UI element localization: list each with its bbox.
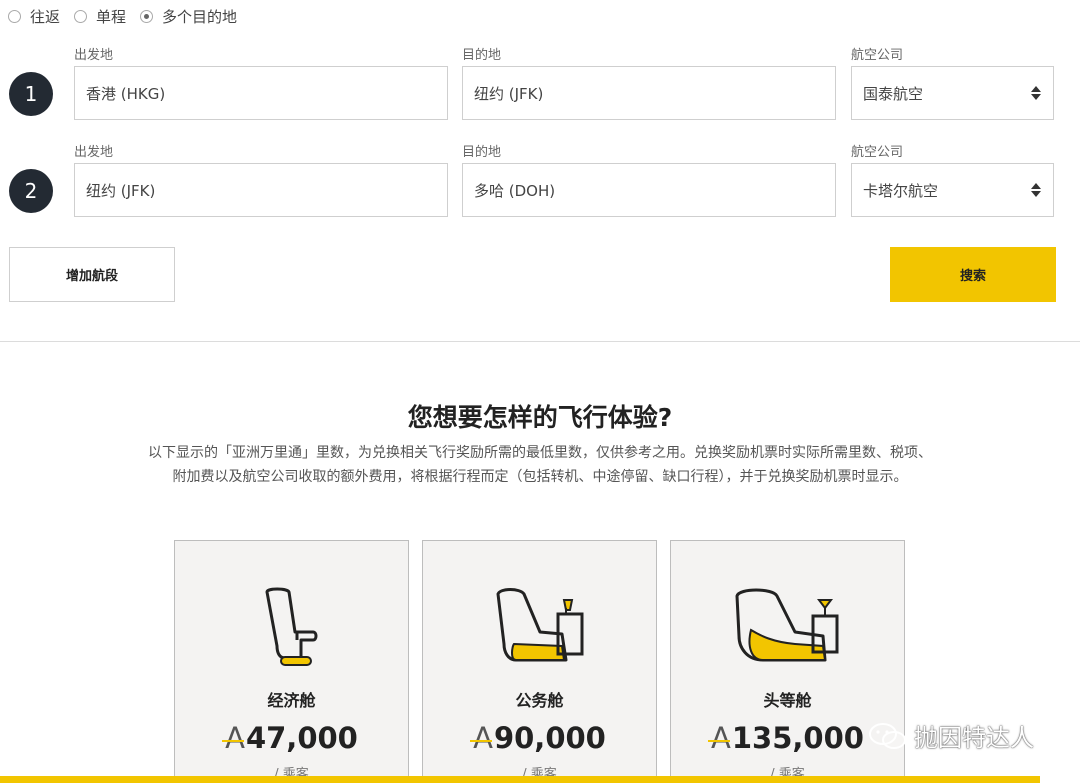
- add-segment-button[interactable]: 增加航段: [9, 247, 175, 302]
- asia-miles-icon: A: [225, 721, 245, 755]
- flight-segment-1: 1 出发地 香港 (HKG) 目的地 纽约 (JFK) 航空公司 国泰航空: [0, 40, 1080, 130]
- destination-input[interactable]: 纽约 (JFK): [462, 66, 836, 120]
- cabin-name: 经济舱: [267, 691, 316, 710]
- destination-label: 目的地: [462, 145, 502, 160]
- experience-description: 以下显示的「亚洲万里通」里数，为兑换相关飞行奖励所需的最低里数，仅供参考之用。兑…: [90, 441, 990, 489]
- watermark: 抛因特达人: [868, 718, 1034, 753]
- segment-number-badge: 2: [9, 169, 53, 213]
- cabin-miles: A90,000: [423, 721, 656, 755]
- watermark-text: 抛因特达人: [914, 724, 1034, 752]
- airline-value: 卡塔尔航空: [863, 181, 939, 200]
- search-button[interactable]: 搜索: [890, 247, 1056, 302]
- asia-miles-icon: A: [473, 721, 493, 755]
- trip-type-multicity[interactable]: 多个目的地: [140, 6, 237, 27]
- economy-seat-icon: [265, 587, 317, 666]
- segment-number-badge: 1: [9, 72, 53, 116]
- cabin-miles: A47,000: [175, 721, 408, 755]
- trip-type-group: 往返 单程 多个目的地: [8, 6, 251, 27]
- bottom-accent-bar: [0, 776, 1040, 783]
- trip-type-label: 单程: [96, 8, 127, 26]
- origin-input[interactable]: 纽约 (JFK): [74, 163, 448, 217]
- description-line: 以下显示的「亚洲万里通」里数，为兑换相关飞行奖励所需的最低里数，仅供参考之用。兑…: [148, 445, 932, 461]
- trip-type-label: 往返: [30, 8, 61, 26]
- destination-label: 目的地: [462, 48, 502, 63]
- cabin-card-business[interactable]: 公务舱 A90,000 / 乘客: [422, 540, 657, 783]
- cabin-card-economy[interactable]: 经济舱 A47,000 / 乘客: [174, 540, 409, 783]
- select-arrows-icon: [1031, 182, 1041, 198]
- experience-title: 您想要怎样的飞行体验?: [407, 403, 673, 432]
- origin-input[interactable]: 香港 (HKG): [74, 66, 448, 120]
- flight-segment-2: 2 出发地 纽约 (JFK) 目的地 多哈 (DOH) 航空公司 卡塔尔航空: [0, 137, 1080, 227]
- first-seat-icon: [735, 588, 838, 662]
- trip-type-roundtrip[interactable]: 往返: [8, 6, 60, 27]
- origin-label: 出发地: [74, 48, 114, 63]
- airline-label: 航空公司: [851, 48, 904, 63]
- airline-value: 国泰航空: [863, 84, 924, 103]
- origin-label: 出发地: [74, 145, 114, 160]
- business-seat-icon: [496, 588, 583, 662]
- radio-roundtrip[interactable]: [8, 10, 21, 23]
- airline-label: 航空公司: [851, 145, 904, 160]
- wechat-icon: [869, 722, 906, 749]
- airline-select[interactable]: 卡塔尔航空: [851, 163, 1054, 217]
- destination-input[interactable]: 多哈 (DOH): [462, 163, 836, 217]
- miles-value: 47,000: [245, 721, 358, 755]
- miles-value: 90,000: [493, 721, 606, 755]
- cabin-name: 头等舱: [763, 691, 812, 710]
- asia-miles-icon: A: [711, 721, 731, 755]
- radio-multicity[interactable]: [140, 10, 154, 23]
- airline-select[interactable]: 国泰航空: [851, 66, 1054, 120]
- select-arrows-icon: [1031, 85, 1041, 101]
- cabin-name: 公务舱: [515, 691, 564, 710]
- section-divider: [0, 341, 1080, 342]
- trip-type-oneway[interactable]: 单程: [74, 6, 126, 27]
- description-line: 附加费以及航空公司收取的额外费用，将根据行程而定（包括转机、中途停留、缺口行程）…: [172, 469, 908, 485]
- trip-type-label: 多个目的地: [162, 8, 238, 26]
- radio-oneway[interactable]: [74, 10, 88, 23]
- miles-value: 135,000: [731, 721, 864, 755]
